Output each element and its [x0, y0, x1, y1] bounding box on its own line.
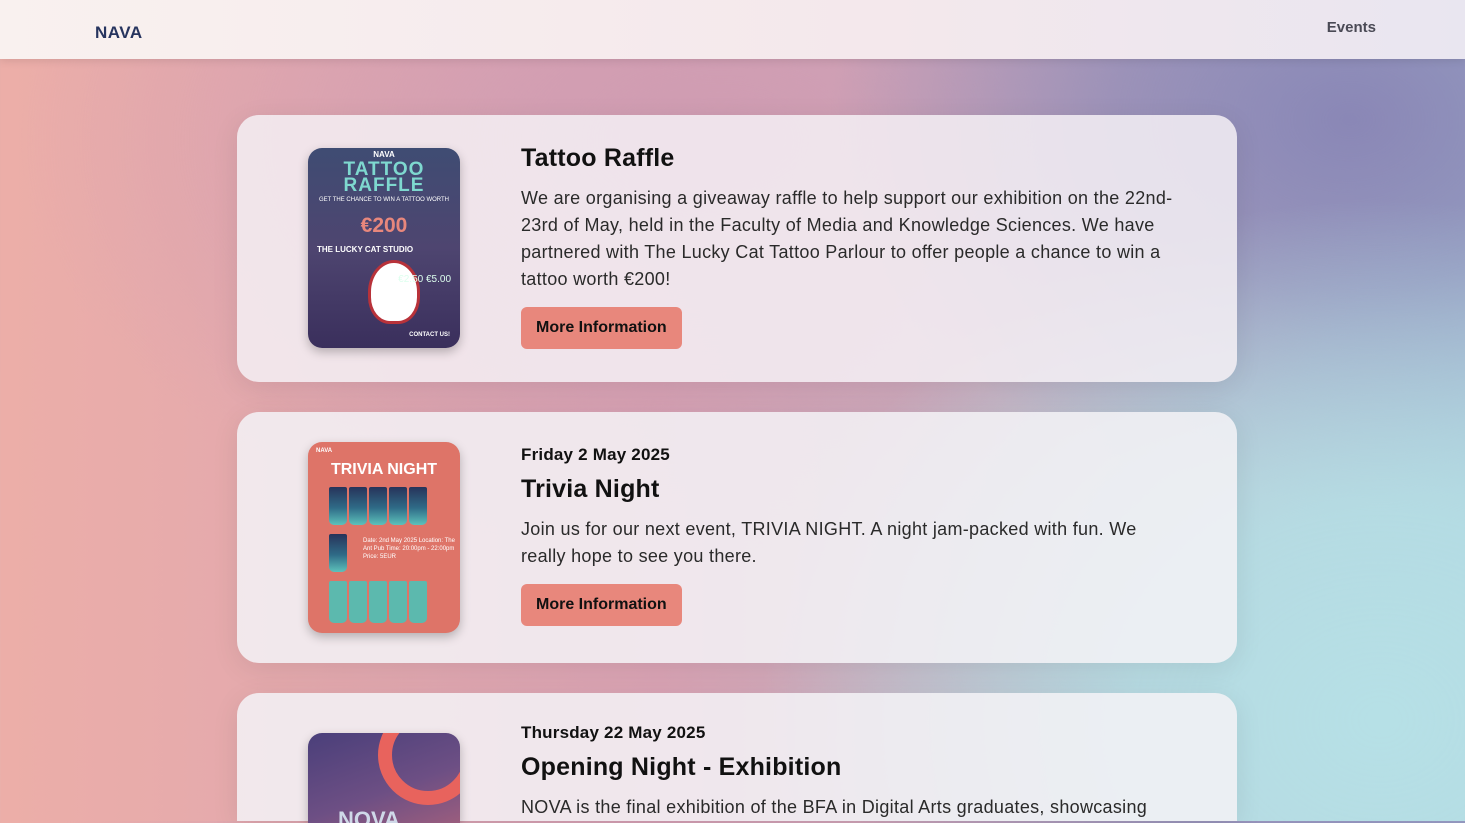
more-information-button[interactable]: More Information	[521, 584, 682, 626]
event-title: Tattoo Raffle	[521, 144, 675, 172]
poster-brand: NAVA	[316, 448, 333, 454]
event-card-opening-night: NOVA Thursday 22 May 2025 Opening Night …	[237, 693, 1237, 823]
more-information-button[interactable]: More Information	[521, 307, 682, 349]
nava-logo[interactable]: NAVA	[95, 23, 143, 43]
event-title: Trivia Night	[521, 475, 660, 503]
opening-night-poster[interactable]: NOVA	[308, 733, 460, 823]
event-content: Thursday 22 May 2025 Opening Night - Exh…	[521, 723, 1181, 821]
event-card-trivia-night: NAVA TRIVIA NIGHT Date: 2nd May 2025 Loc…	[237, 412, 1237, 663]
poster-ticket-prices: €2.50 €5.00	[398, 274, 451, 285]
lucky-cat-icon	[368, 260, 420, 324]
event-content: Friday 2 May 2025 Trivia Night Join us f…	[521, 445, 1181, 626]
event-description: Join us for our next event, TRIVIA NIGHT…	[521, 519, 1137, 566]
event-content: Tattoo Raffle We are organising a giveaw…	[521, 144, 1181, 349]
event-date: Thursday 22 May 2025	[521, 723, 706, 742]
event-card-tattoo-raffle: NAVA TATTOO RAFFLE GET THE CHANCE TO WIN…	[237, 115, 1237, 382]
nav-events-link[interactable]: Events	[1327, 19, 1376, 36]
poster-event-info: Date: 2nd May 2025 Location: The Ant Pub…	[363, 538, 455, 560]
event-description: NOVA is the final exhibition of the BFA …	[521, 797, 1148, 817]
event-title: Opening Night - Exhibition	[521, 753, 842, 781]
poster-title: TRIVIA NIGHT	[330, 461, 438, 478]
trivia-night-poster[interactable]: NAVA TRIVIA NIGHT Date: 2nd May 2025 Loc…	[308, 442, 460, 633]
event-description: We are organising a giveaway raffle to h…	[521, 188, 1173, 289]
ring-graphic	[378, 733, 460, 805]
poster-brand: NAVA	[373, 150, 395, 159]
poster-price: €200	[360, 214, 408, 237]
event-date: Friday 2 May 2025	[521, 445, 670, 464]
top-header: NAVA Events	[0, 0, 1465, 59]
poster-contact: CONTACT US!	[409, 332, 450, 338]
poster-tagline: GET THE CHANCE TO WIN A TATTOO WORTH	[318, 197, 450, 203]
tattoo-raffle-poster[interactable]: NAVA TATTOO RAFFLE GET THE CHANCE TO WIN…	[308, 148, 460, 348]
poster-title: TATTOO RAFFLE	[343, 159, 425, 196]
poster-studio: THE LUCKY CAT STUDIO	[317, 245, 414, 254]
